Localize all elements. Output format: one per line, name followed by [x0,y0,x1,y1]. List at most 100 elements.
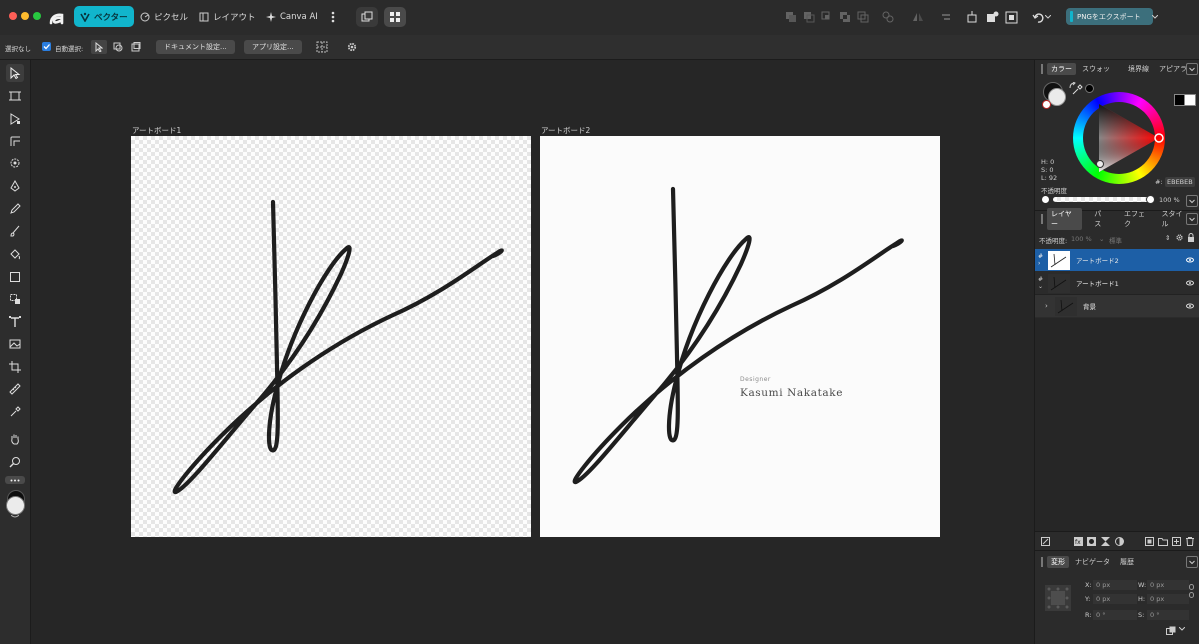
close-window-button[interactable] [9,12,17,20]
zoom-window-button[interactable] [33,12,41,20]
anchor-selector[interactable] [1045,585,1071,611]
pencil-tool-icon[interactable] [6,200,24,218]
panel-menu-chevron-icon[interactable] [1186,63,1198,75]
grid-settings-icon[interactable] [316,41,328,53]
tab-effects[interactable]: エフェク [1120,208,1156,230]
opacity-slider-handle[interactable] [1146,195,1155,204]
y-field[interactable]: 0 px [1093,594,1137,604]
fx-icon[interactable]: fx [1074,537,1083,546]
flip-horizontal-icon[interactable] [910,9,926,25]
layer-opacity-chevron-icon[interactable]: ⌄ [1099,235,1104,243]
persona-pixel-tab[interactable]: ピクセル [134,6,194,27]
crop-tool-icon[interactable] [6,358,24,376]
text-tool-icon[interactable] [6,313,24,331]
hand-tool-icon[interactable] [6,430,24,448]
contextual-icon[interactable] [984,9,1000,25]
persona-canva-ai-tab[interactable]: Canva AI [260,6,324,27]
shear-field[interactable]: 0 ° [1147,610,1189,620]
measure-tool-icon[interactable] [6,380,24,398]
rotation-field[interactable]: 0 ° [1093,610,1137,620]
expand-chevron-icon[interactable]: # ⌄ [1038,276,1046,290]
more-options-icon[interactable] [325,9,341,25]
intersect-boolean-icon[interactable] [819,9,835,25]
align-icon[interactable] [938,9,954,25]
no-color-icon[interactable] [1042,100,1051,109]
artboard-2[interactable]: Designer Kasumi Nakatake [540,136,940,537]
transform-menu-chevron-icon[interactable] [1186,556,1198,568]
studio-grid-button[interactable] [384,7,406,27]
select-intersect-button[interactable] [111,40,125,54]
app-settings-button[interactable]: アプリ設定... [244,40,302,54]
move-tool-icon[interactable] [6,64,24,82]
tab-history[interactable]: 履歴 [1116,556,1138,568]
affinity-logo-icon[interactable] [48,7,66,27]
pen-tool-icon[interactable] [6,177,24,195]
layer-properties-icon[interactable] [1041,537,1050,546]
transform-dropdown-chevron-icon[interactable] [1179,627,1185,631]
new-artboard-icon[interactable] [1145,537,1154,546]
tab-color[interactable]: カラー [1047,63,1076,75]
layers-list-empty-area[interactable] [1035,318,1199,531]
rectangle-tool-icon[interactable] [6,268,24,286]
transform-options-icon[interactable] [1166,626,1176,635]
visibility-eye-icon[interactable] [1186,280,1194,286]
adjustment-icon[interactable] [1115,537,1124,546]
snapping-icon[interactable] [964,9,980,25]
add-boolean-icon[interactable] [783,9,799,25]
export-dropdown-chevron-icon[interactable] [1150,9,1160,25]
new-layer-icon[interactable] [1172,537,1181,546]
settings-gear-icon[interactable] [346,41,358,53]
tab-paths[interactable]: パス [1090,208,1112,230]
tab-navigator[interactable]: ナビゲータ [1071,556,1114,568]
artboard-tool-icon[interactable] [6,87,24,105]
node-tool-icon[interactable] [6,110,24,128]
blend-mode-stepper-icon[interactable]: ⇕ [1165,234,1170,242]
opacity-dropdown-chevron-icon[interactable] [1186,195,1198,207]
divide-boolean-icon[interactable] [855,9,871,25]
tab-transform[interactable]: 変形 [1047,556,1069,568]
corner-tool-icon[interactable] [6,132,24,150]
group-folder-icon[interactable] [1158,537,1168,546]
export-png-button[interactable]: PNGをエクスポート [1066,8,1153,25]
h-field[interactable]: 0 px [1147,594,1189,604]
auto-select-checkbox[interactable] [42,42,51,51]
delete-layer-trash-icon[interactable] [1186,537,1194,546]
opacity-slider-track[interactable] [1053,197,1149,202]
layers-menu-chevron-icon[interactable] [1186,213,1198,225]
blend-mode-select[interactable]: 標準 [1109,235,1122,245]
minimize-window-button[interactable] [21,12,29,20]
view-mode-icon[interactable] [1003,9,1019,25]
xor-boolean-icon[interactable] [837,9,853,25]
white-swatch[interactable] [1184,94,1196,106]
visibility-eye-icon[interactable] [1186,257,1194,263]
lock-icon[interactable] [1187,233,1195,242]
more-tools-button[interactable] [5,476,25,484]
fill-color-swatch[interactable] [6,496,25,515]
x-field[interactable]: 0 px [1093,580,1137,590]
hex-value-field[interactable]: EBEBEB [1165,177,1195,187]
clip-icon[interactable] [1101,537,1110,546]
tab-swatches[interactable]: スウォッ [1078,63,1114,75]
expand-chevron-icon[interactable]: › [1045,302,1053,310]
color-picker-tool-icon[interactable] [6,403,24,421]
document-settings-button[interactable]: ドキュメント設定... [156,40,235,54]
fill-tool-icon[interactable] [6,245,24,263]
share-button[interactable] [356,7,378,27]
layer-row-background[interactable]: › 背景 [1035,295,1199,317]
opacity-value[interactable]: 100 % [1159,196,1180,204]
shape-tools-icon[interactable] [6,290,24,308]
expand-chevron-icon[interactable]: # › [1038,253,1046,267]
select-pointer-button[interactable] [91,40,107,54]
swap-colors-icon[interactable] [11,515,19,519]
layer-opacity-value[interactable]: 100 % [1071,235,1092,243]
tab-stroke[interactable]: 境界線 [1124,63,1153,75]
layer-settings-gear-icon[interactable] [1175,233,1184,242]
subtract-boolean-icon[interactable] [801,9,817,25]
link-proportions-icon[interactable] [1189,584,1194,598]
saturation-lightness-triangle[interactable] [1073,92,1165,184]
layer-row-artboard2[interactable]: # › アートボード2 [1035,249,1199,271]
mask-icon[interactable] [1087,537,1096,546]
layer-row-artboard1[interactable]: # ⌄ アートボード1 [1035,272,1199,295]
w-field[interactable]: 0 px [1147,580,1189,590]
shape-builder-tool-icon[interactable] [6,154,24,172]
